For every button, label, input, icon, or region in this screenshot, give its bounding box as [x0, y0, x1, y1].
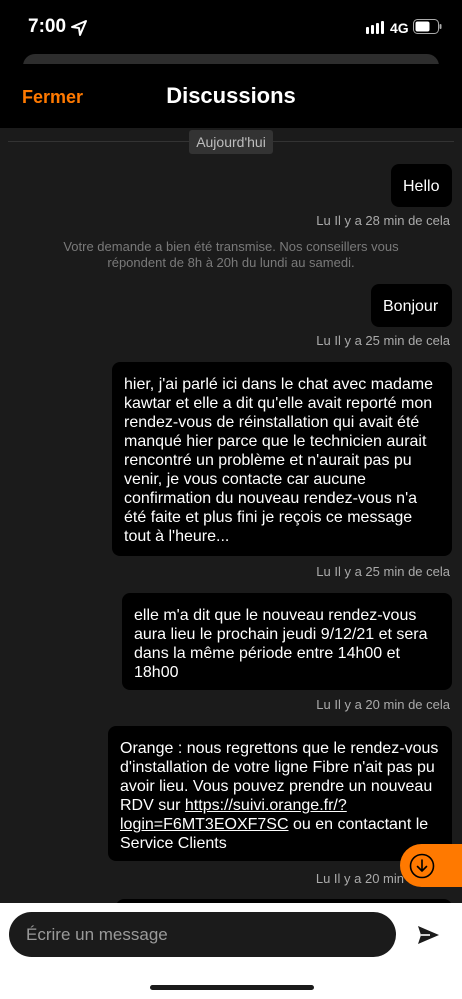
scroll-to-bottom-button[interactable]: [400, 844, 462, 887]
message-meta: Lu Il y a 20 min: [315, 871, 404, 886]
message-bubble[interactable]: elle m'a dit que le nouveau rendez-vous …: [122, 593, 452, 690]
send-icon[interactable]: [414, 921, 442, 949]
message-meta: Lu Il y a 28 min de cela: [316, 213, 450, 228]
home-indicator: [150, 985, 314, 990]
day-separator: Aujourd'hui: [189, 130, 273, 154]
status-time: 7:00: [28, 16, 67, 37]
page-title: Discussions: [166, 83, 296, 108]
message-meta: Lu Il y a 25 min de cela: [316, 333, 450, 348]
message-meta: Lu Il y a 20 min de cela: [316, 697, 450, 712]
arrow-down-circle-icon: [409, 853, 435, 879]
message-bubble[interactable]: hier, j'ai parlé ici dans le chat avec m…: [112, 362, 452, 556]
chat-header: Fermer Discussions: [0, 64, 462, 128]
system-note: Votre demande a bien été transmise. Nos …: [63, 239, 399, 270]
message-meta: Lu Il y a 25 min de cela: [316, 564, 450, 579]
message-bubble[interactable]: Hello: [391, 164, 452, 207]
message-bubble[interactable]: Orange : nous regrettons que le rendez-v…: [108, 726, 452, 861]
message-composer: [0, 903, 462, 999]
status-bar: 7:00 4G: [0, 0, 462, 54]
message-bubble[interactable]: Bonjour: [371, 284, 452, 327]
chat-thread[interactable]: Aujourd'hui Hello Lu Il y a 28 min de ce…: [0, 128, 462, 903]
battery-icon: [413, 19, 442, 34]
location-arrow-icon: [71, 20, 87, 36]
signal-bars-icon: [366, 21, 384, 34]
message-input[interactable]: [9, 912, 396, 957]
network-type: 4G: [390, 20, 409, 36]
